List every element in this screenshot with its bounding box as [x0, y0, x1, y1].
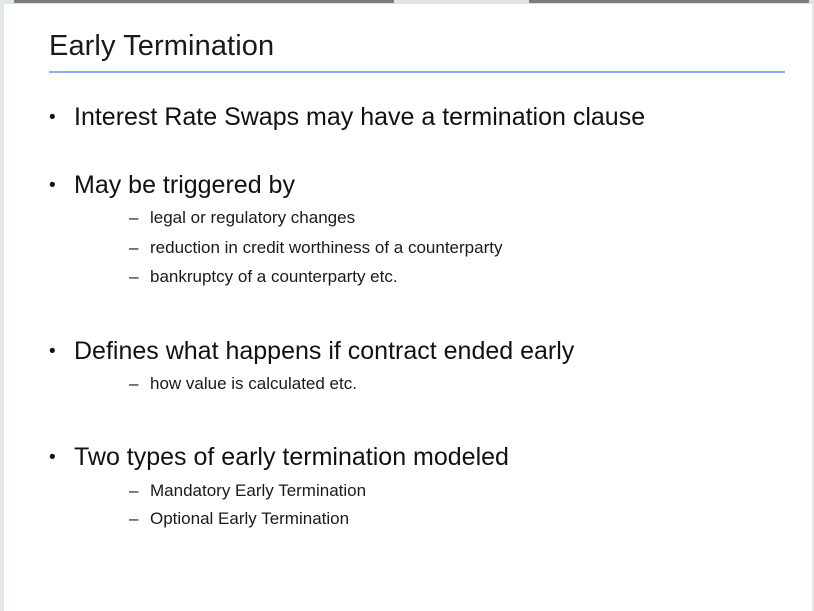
sub-bullet-value-calculated: – how value is calculated etc.: [129, 374, 357, 394]
sub-bullet-optional: – Optional Early Termination: [129, 509, 349, 529]
bullet-text: Defines what happens if contract ended e…: [74, 337, 575, 365]
bullet-dot-icon: •: [49, 447, 56, 468]
bullet-text: Interest Rate Swaps may have a terminati…: [74, 103, 646, 131]
cutoff-text-left: [14, 0, 394, 3]
sub-bullet-text: Optional Early Termination: [150, 509, 350, 528]
dash-icon: –: [129, 238, 139, 257]
sub-bullet-text: legal or regulatory changes: [150, 208, 356, 227]
sub-bullet-mandatory: – Mandatory Early Termination: [129, 481, 366, 501]
dash-icon: –: [129, 208, 139, 227]
sub-bullet-text: how value is calculated etc.: [150, 374, 357, 393]
sub-bullet-credit-worthiness: – reduction in credit worthiness of a cou…: [129, 238, 502, 258]
top-cutoff-strip: [4, 0, 814, 4]
title-underline: [49, 71, 785, 73]
bullet-defines-what-happens: • Defines what happens if contract ended …: [49, 337, 574, 366]
bullet-termination-clause: • Interest Rate Swaps may have a terminat…: [49, 103, 645, 132]
bullet-dot-icon: •: [49, 341, 56, 362]
sub-bullet-text: bankruptcy of a counterparty etc.: [150, 267, 398, 286]
slide-title: Early Termination: [49, 30, 275, 62]
bullet-two-types: • Two types of early termination modeled: [49, 443, 509, 472]
dash-icon: –: [129, 481, 139, 500]
bullet-dot-icon: •: [49, 107, 56, 128]
sub-bullet-legal-changes: – legal or regulatory changes: [129, 208, 355, 228]
dash-icon: –: [129, 509, 139, 528]
bullet-dot-icon: •: [49, 175, 56, 196]
bullet-text: Two types of early termination modeled: [74, 443, 509, 471]
slide-frame: Early Termination • Interest Rate Swaps m…: [0, 0, 814, 611]
bullet-triggered-by: • May be triggered by: [49, 171, 295, 200]
sub-bullet-bankruptcy: – bankruptcy of a counterparty etc.: [129, 267, 398, 287]
sub-bullet-text: Mandatory Early Termination: [150, 481, 367, 500]
dash-icon: –: [129, 374, 139, 393]
cutoff-text-right: [529, 0, 809, 3]
sub-bullet-text: reduction in credit worthiness of a coun…: [150, 238, 503, 257]
bullet-text: May be triggered by: [74, 171, 295, 199]
dash-icon: –: [129, 267, 139, 286]
